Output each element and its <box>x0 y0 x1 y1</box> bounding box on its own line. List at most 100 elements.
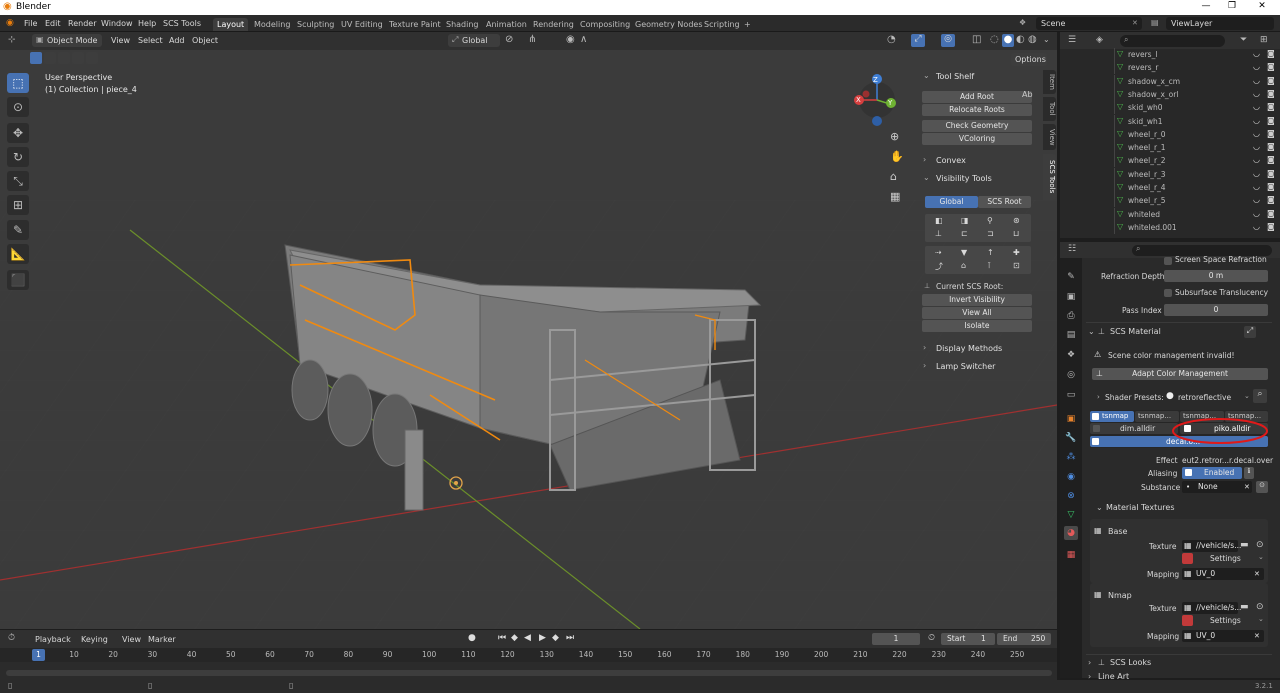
material-preview-icon[interactable]: ◐ <box>1016 34 1025 45</box>
visibility-eye-icon[interactable]: ◡ <box>1253 76 1260 85</box>
menu-help[interactable]: Help <box>138 19 156 28</box>
workspace-tab-animation[interactable]: Animation <box>482 18 531 31</box>
outliner-item[interactable]: ▽ wheel_r_2 ◡ ◙ <box>1060 154 1280 168</box>
workspace-tab-scripting[interactable]: Scripting <box>700 18 744 31</box>
outliner-item[interactable]: ▽ shadow_x_orl ◡ ◙ <box>1060 87 1280 101</box>
visibility-eye-icon[interactable]: ◡ <box>1253 102 1260 111</box>
outliner-editor-icon[interactable]: ☰ <box>1068 35 1076 45</box>
scs-root-toggle[interactable]: SCS Root <box>978 196 1031 208</box>
new-collection-icon[interactable]: ⊞ <box>1260 35 1268 45</box>
jump-start-icon[interactable]: ⏮ <box>498 633 506 643</box>
vis-light-icon[interactable]: ↑ <box>987 248 994 257</box>
gizmo-x-label[interactable]: X <box>856 96 861 104</box>
vis-map-icon[interactable]: ⌂ <box>961 261 966 270</box>
vis-spawn-icon[interactable]: ⊔ <box>1013 229 1019 238</box>
render-properties-tab-icon[interactable]: ▣ <box>1064 290 1078 304</box>
select-extend-icon[interactable] <box>44 52 56 64</box>
falloff-icon[interactable]: ∧ <box>580 34 587 45</box>
vis-trigger-icon[interactable]: ✚ <box>1013 248 1020 257</box>
mode-dropdown[interactable]: ▣ Object Mode <box>32 34 102 47</box>
workspace-tab-modeling[interactable]: Modeling <box>250 18 294 31</box>
viewport-menu-object[interactable]: Object <box>192 36 218 45</box>
minimize-button[interactable]: — <box>1192 1 1220 11</box>
gizmo-y-label[interactable]: Y <box>888 99 892 107</box>
panel-scs-looks[interactable]: › ⊥ SCS Looks <box>1086 654 1272 668</box>
start-frame-field[interactable]: Start 1 <box>941 633 995 645</box>
current-frame-field[interactable]: 1 <box>872 633 920 645</box>
render-camera-icon[interactable]: ◙ <box>1267 129 1275 138</box>
preview-range-icon[interactable]: ⏲ <box>928 633 935 643</box>
render-camera-icon[interactable]: ◙ <box>1267 142 1275 151</box>
render-camera-icon[interactable]: ◙ <box>1267 182 1275 191</box>
panel-scs-material[interactable]: ⌄ ⊥ SCS Material ⤢ <box>1086 322 1272 340</box>
viewport-menu-view[interactable]: View <box>111 36 130 45</box>
visibility-eye-icon[interactable]: ◡ <box>1253 142 1260 151</box>
vis-sign-icon[interactable]: ⊐ <box>987 229 994 238</box>
playhead-frame-indicator[interactable]: 1 <box>32 649 45 661</box>
folder-icon[interactable]: ▬ <box>1240 602 1249 612</box>
base-texture-path-field[interactable]: ▦ //vehicle/s... <box>1182 540 1241 552</box>
visibility-eye-icon[interactable]: ◡ <box>1253 62 1260 71</box>
vis-locator-icon[interactable]: ⚲ <box>987 216 993 225</box>
texture-tab-icon[interactable]: ▦ <box>1064 548 1078 562</box>
transform-tool-icon[interactable]: ⊞ <box>7 195 29 215</box>
wireframe-shading-icon[interactable]: ◌ <box>990 34 999 45</box>
add-root-button[interactable]: Add Root <box>922 91 1032 103</box>
workspace-tab-rendering[interactable]: Rendering <box>529 18 578 31</box>
refraction-depth-field[interactable]: 0 m <box>1164 270 1268 282</box>
timeline-scrollbar[interactable] <box>6 670 1052 676</box>
outliner-item[interactable]: ▽ revers_l ◡ ◙ <box>1060 48 1280 61</box>
jump-end-icon[interactable]: ⏭ <box>566 633 574 643</box>
select-new-icon[interactable] <box>30 52 42 64</box>
adapt-color-management-button[interactable]: ⊥ Adapt Color Management <box>1092 368 1268 380</box>
render-camera-icon[interactable]: ◙ <box>1267 116 1275 125</box>
vis-semaphore-icon[interactable]: ⊺ <box>987 261 991 270</box>
visibility-eye-icon[interactable]: ◡ <box>1253 89 1260 98</box>
scene-tab-icon[interactable]: ❖ <box>1064 348 1078 362</box>
menu-edit[interactable]: Edit <box>45 19 61 28</box>
gizmo-toggle-icon[interactable]: ⤢ <box>911 34 925 47</box>
substance-settings-icon[interactable]: ⊙ <box>1256 481 1268 493</box>
folder-icon[interactable]: ▬ <box>1240 540 1249 550</box>
visibility-eye-icon[interactable]: ◡ <box>1253 209 1260 218</box>
timeline-menu-view[interactable]: View <box>122 635 141 644</box>
play-reverse-icon[interactable]: ◀ <box>524 633 531 643</box>
select-invert-icon[interactable] <box>72 52 84 64</box>
add-workspace-button[interactable]: + <box>740 18 755 31</box>
visibility-eye-icon[interactable]: ◡ <box>1253 129 1260 138</box>
vis-sign2-icon[interactable]: ▼ <box>961 248 967 257</box>
perspective-toggle-icon[interactable]: ▦ <box>890 190 900 203</box>
reload-icon[interactable]: ⊙ <box>1256 540 1264 550</box>
outliner-search-input[interactable]: ⌕ <box>1120 35 1225 47</box>
data-tab-icon[interactable]: ▽ <box>1064 508 1078 522</box>
display-mode-icon[interactable]: ◈ <box>1096 35 1103 45</box>
outliner-item[interactable]: ▽ skid_wh0 ◡ ◙ <box>1060 101 1280 115</box>
gizmo-z-label[interactable]: Z <box>873 76 878 84</box>
workspace-tab-compositing[interactable]: Compositing <box>576 18 634 31</box>
render-camera-icon[interactable]: ◙ <box>1267 155 1275 164</box>
view-layer-tab-icon[interactable]: ▤ <box>1064 328 1078 342</box>
rotate-tool-icon[interactable]: ↻ <box>7 147 29 167</box>
sidebar-tab-view[interactable]: View <box>1043 124 1056 150</box>
rendered-shading-icon[interactable]: ◍ <box>1028 34 1037 45</box>
shader-preset-dropdown[interactable]: ● retroreflective ⌄ <box>1164 391 1252 403</box>
zoom-icon[interactable]: ⊕ <box>890 130 899 143</box>
output-properties-tab-icon[interactable]: ⎙ <box>1064 309 1078 323</box>
properties-editor-icon[interactable]: ☷ <box>1068 244 1076 254</box>
collapse-chevron-icon[interactable]: › <box>1097 393 1100 401</box>
panel-convex[interactable]: › Convex <box>918 153 1034 169</box>
camera-view-icon[interactable]: ⌂ <box>890 170 897 183</box>
timeline-editor-icon[interactable]: ⏱ <box>8 633 15 643</box>
nmap-mapping-field[interactable]: ▦ UV_0 ✕ <box>1182 630 1264 642</box>
particles-tab-icon[interactable]: ⁂ <box>1064 450 1078 464</box>
outliner-item[interactable]: ▽ wheel_r_1 ◡ ◙ <box>1060 141 1280 155</box>
play-icon[interactable]: ▶ <box>539 633 546 643</box>
base-mapping-field[interactable]: ▦ UV_0 ✕ <box>1182 568 1264 580</box>
sidebar-tab-tool[interactable]: Tool <box>1043 97 1056 121</box>
outliner-item[interactable]: ▽ whiteled.001 ◡ ◙ <box>1060 220 1280 234</box>
transform-orientation-dropdown[interactable]: ⤢ Global <box>448 34 500 47</box>
prev-keyframe-icon[interactable]: ◆ <box>511 633 518 643</box>
visibility-eye-icon[interactable]: ◡ <box>1253 169 1260 178</box>
workspace-tab-uv-editing[interactable]: UV Editing <box>337 18 387 31</box>
pivot-point-icon[interactable]: ⊘ <box>505 34 513 45</box>
